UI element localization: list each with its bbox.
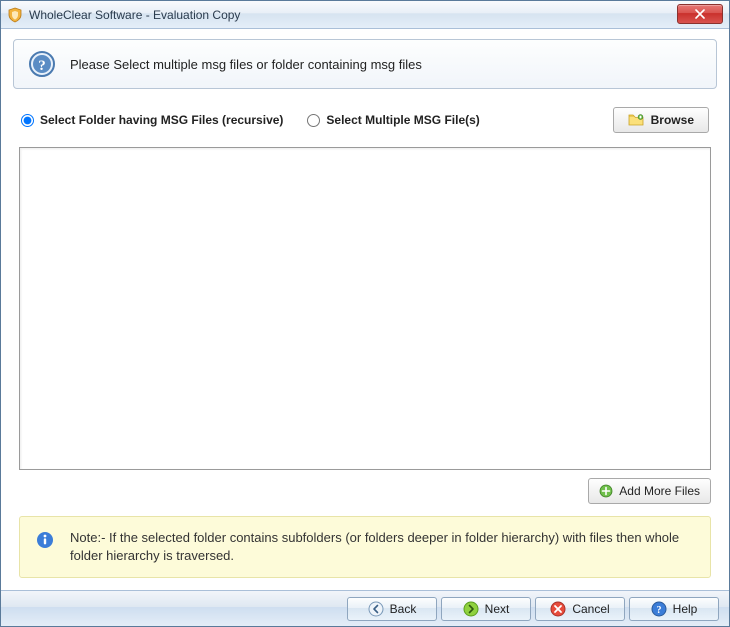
back-button[interactable]: Back [347, 597, 437, 621]
file-list[interactable] [19, 147, 711, 470]
add-more-files-button[interactable]: Add More Files [588, 478, 711, 504]
help-button-label: Help [673, 602, 698, 616]
help-button[interactable]: ? Help [629, 597, 719, 621]
radio-select-files[interactable]: Select Multiple MSG File(s) [307, 113, 479, 127]
radio-select-folder-input[interactable] [21, 114, 34, 127]
cancel-button-label: Cancel [572, 602, 609, 616]
source-radio-group: Select Folder having MSG Files (recursiv… [21, 113, 589, 127]
instruction-text: Please Select multiple msg files or fold… [70, 57, 422, 72]
back-arrow-icon [368, 601, 384, 617]
source-options-row: Select Folder having MSG Files (recursiv… [21, 107, 709, 133]
back-button-label: Back [390, 602, 417, 616]
app-icon [7, 7, 23, 23]
radio-select-folder[interactable]: Select Folder having MSG Files (recursiv… [21, 113, 283, 127]
radio-select-folder-label: Select Folder having MSG Files (recursiv… [40, 113, 283, 127]
next-arrow-icon [463, 601, 479, 617]
content-area: ? Please Select multiple msg files or fo… [1, 29, 729, 590]
plus-icon [599, 484, 613, 498]
browse-button[interactable]: Browse [613, 107, 709, 133]
instruction-panel: ? Please Select multiple msg files or fo… [13, 39, 717, 89]
close-button[interactable] [677, 4, 723, 24]
svg-text:?: ? [656, 605, 661, 616]
note-text: Note:- If the selected folder contains s… [70, 529, 694, 565]
svg-text:?: ? [38, 58, 46, 74]
folder-icon [628, 113, 644, 127]
browse-button-label: Browse [651, 113, 694, 127]
question-icon: ? [28, 50, 56, 78]
titlebar: WholeClear Software - Evaluation Copy [1, 1, 729, 29]
next-button-label: Next [485, 602, 510, 616]
help-icon: ? [651, 601, 667, 617]
cancel-icon [550, 601, 566, 617]
titlebar-left: WholeClear Software - Evaluation Copy [7, 7, 240, 23]
note-panel: Note:- If the selected folder contains s… [19, 516, 711, 578]
add-more-row: Add More Files [19, 478, 711, 504]
radio-select-files-input[interactable] [307, 114, 320, 127]
add-more-files-label: Add More Files [619, 484, 700, 498]
info-icon [36, 531, 54, 549]
footer-bar: Back Next Cancel ? Help [1, 590, 729, 626]
radio-select-files-label: Select Multiple MSG File(s) [326, 113, 479, 127]
cancel-button[interactable]: Cancel [535, 597, 625, 621]
app-window: WholeClear Software - Evaluation Copy ? … [0, 0, 730, 627]
next-button[interactable]: Next [441, 597, 531, 621]
window-title: WholeClear Software - Evaluation Copy [29, 8, 240, 22]
